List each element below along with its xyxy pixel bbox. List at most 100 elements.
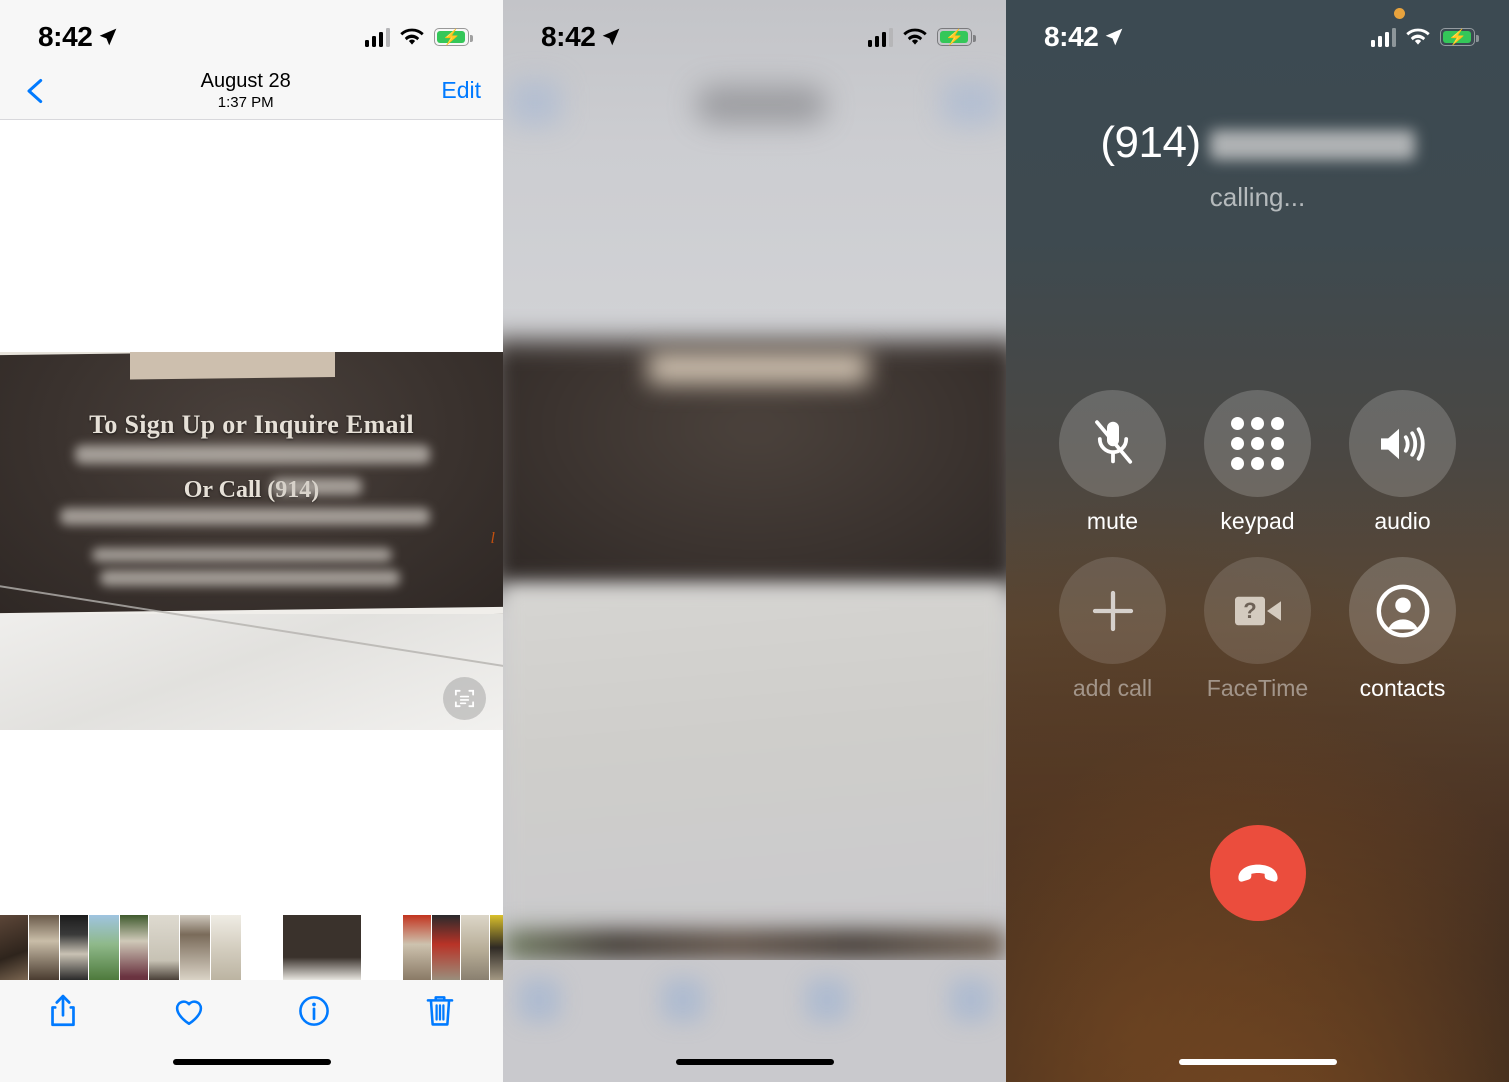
status-bar: 8:42 ⚡ — [1006, 0, 1509, 62]
blurred-title — [696, 86, 826, 124]
blurred-trash-icon — [949, 978, 993, 1022]
sign-text-line-1: To Sign Up or Inquire Email — [89, 410, 414, 439]
photo-thumbnail-strip[interactable] — [0, 915, 503, 980]
contacts-button-circle[interactable] — [1349, 557, 1456, 664]
home-indicator[interactable] — [675, 1059, 834, 1065]
call-button-facetime: ? FaceTime — [1204, 557, 1311, 702]
location-arrow-icon — [1106, 28, 1123, 46]
call-button-audio[interactable]: audio — [1349, 390, 1456, 535]
status-bar: 8:42 ⚡ — [503, 0, 1006, 62]
list-item[interactable] — [432, 915, 460, 980]
status-time: 8:42 — [541, 21, 596, 52]
call-button-label: add call — [1072, 675, 1153, 701]
three-panel-screenshot-strip: 8:42 ⚡ August 28 1:37 PM Edit To Sign Up… — [0, 0, 1509, 1082]
list-item[interactable] — [149, 915, 179, 980]
live-text-scan-icon[interactable] — [443, 677, 486, 720]
status-bar-left: 8:42 — [38, 21, 118, 53]
call-button-mute[interactable]: mute — [1059, 390, 1166, 535]
facetime-button-circle: ? — [1204, 557, 1311, 664]
panel-photos-viewer: 8:42 ⚡ August 28 1:37 PM Edit To Sign Up… — [0, 0, 503, 1082]
status-bar: 8:42 ⚡ — [0, 0, 503, 62]
edit-button[interactable]: Edit — [441, 77, 481, 104]
redacted-email-bar — [75, 445, 430, 464]
wall-background — [0, 614, 503, 730]
photo-date-header: August 28 1:37 PM — [201, 70, 291, 112]
photo-time: 1:37 PM — [217, 93, 274, 111]
list-item[interactable] — [89, 915, 119, 980]
speaker-waves-icon — [1380, 426, 1425, 461]
list-item[interactable] — [461, 915, 489, 980]
list-item[interactable] — [120, 915, 148, 980]
blurred-share-icon — [517, 978, 561, 1022]
redacted-address-bar — [60, 508, 430, 525]
audio-button-circle[interactable] — [1349, 390, 1456, 497]
photo-canvas[interactable]: To Sign Up or Inquire Email Or Call (914… — [0, 120, 503, 915]
status-time: 8:42 — [1044, 21, 1099, 52]
redacted-phone-bar — [272, 478, 362, 495]
cellular-signal-icon — [1370, 27, 1396, 47]
heart-icon[interactable] — [172, 992, 206, 1030]
list-item[interactable] — [180, 915, 210, 980]
orange-side-text: l — [490, 530, 495, 547]
photo-nav-bar: August 28 1:37 PM Edit — [0, 62, 503, 120]
blurred-background — [503, 0, 1006, 1082]
call-button-label: contacts — [1359, 675, 1446, 701]
microphone-slash-icon — [1094, 419, 1132, 464]
keypad-grid-icon — [1231, 417, 1284, 470]
battery-charging-icon: ⚡ — [434, 28, 473, 46]
wifi-icon — [1406, 28, 1430, 45]
list-item[interactable] — [490, 915, 503, 980]
photo-image[interactable]: To Sign Up or Inquire Email Or Call (914… — [0, 352, 503, 730]
wifi-icon — [400, 28, 424, 45]
chevron-left-icon[interactable] — [22, 77, 50, 105]
keypad-button-circle[interactable] — [1204, 390, 1311, 497]
list-item[interactable] — [60, 915, 88, 980]
blurred-heart-icon — [661, 978, 705, 1022]
home-indicator[interactable] — [172, 1059, 331, 1065]
list-item[interactable] — [29, 915, 59, 980]
mute-button-circle[interactable] — [1059, 390, 1166, 497]
end-call-handset-icon — [1237, 864, 1278, 882]
call-number: (914) — [1006, 118, 1509, 168]
list-item[interactable] — [0, 915, 28, 980]
battery-charging-icon: ⚡ — [937, 28, 976, 46]
trash-icon[interactable] — [423, 992, 457, 1030]
status-bar-right: ⚡ — [364, 27, 473, 47]
redacted-extra-bar-2 — [100, 570, 400, 586]
add-call-button-circle — [1059, 557, 1166, 664]
video-camera-unavailable-icon: ? — [1234, 596, 1281, 625]
blurred-thumbnail-strip — [503, 930, 1006, 960]
call-controls-row-2: add call ? FaceTime contacts — [1006, 557, 1509, 702]
panel-in-call: 8:42 ⚡ (914) calling... mute keypad audi… — [1006, 0, 1509, 1082]
redacted-extra-bar-1 — [92, 548, 392, 562]
info-icon[interactable] — [297, 992, 331, 1030]
location-arrow-icon — [100, 28, 117, 46]
home-indicator[interactable] — [1178, 1059, 1337, 1065]
list-item[interactable] — [403, 915, 431, 980]
list-item[interactable] — [211, 915, 241, 980]
end-call-button[interactable] — [1209, 825, 1306, 921]
status-bar-left: 8:42 — [541, 21, 621, 53]
call-button-label: mute — [1086, 508, 1139, 534]
blurred-edit-button — [942, 80, 1000, 126]
call-button-label: FaceTime — [1206, 675, 1309, 701]
svg-text:?: ? — [1243, 598, 1256, 623]
share-icon[interactable] — [46, 992, 80, 1030]
sign-text-line-3: Or Call (914) — [183, 477, 320, 503]
blurred-wall — [503, 585, 1006, 970]
call-controls-row-1: mute keypad audio — [1006, 390, 1509, 535]
status-bar-right: ⚡ — [867, 27, 976, 47]
blurred-back-button — [509, 80, 561, 126]
call-button-contacts[interactable]: contacts — [1349, 557, 1456, 702]
location-arrow-icon — [603, 28, 620, 46]
call-status-text: calling... — [1209, 182, 1306, 212]
status-time: 8:42 — [38, 21, 93, 52]
list-item[interactable] — [242, 915, 282, 980]
call-button-add-call: add call — [1059, 557, 1166, 702]
cellular-signal-icon — [364, 27, 390, 47]
status-bar-left: 8:42 — [1044, 21, 1124, 53]
list-item[interactable] — [362, 915, 402, 980]
blurred-info-icon — [805, 978, 849, 1022]
call-button-keypad[interactable]: keypad — [1204, 390, 1311, 535]
list-item-selected[interactable] — [283, 915, 361, 980]
